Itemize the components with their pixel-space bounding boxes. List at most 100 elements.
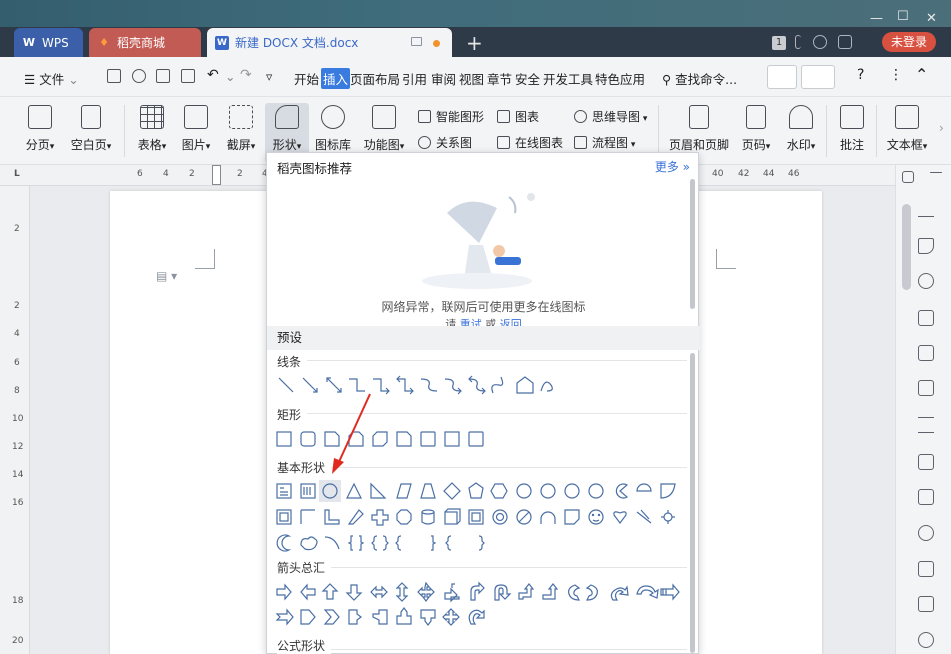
paragraph-handle-icon[interactable]: ▤ ▾ (156, 269, 177, 283)
undo-dropdown-icon[interactable]: ⌄ (225, 69, 235, 84)
archive-icon[interactable] (918, 561, 934, 577)
print-icon[interactable] (156, 69, 170, 83)
share-button[interactable] (767, 65, 797, 89)
section-divider (277, 360, 687, 361)
monitor-icon[interactable] (411, 37, 422, 46)
text-box-icon (895, 105, 919, 129)
close-icon[interactable]: ✕ (926, 11, 937, 26)
retry-link[interactable]: 重试 (460, 318, 482, 326)
screenshot-label: 截屏 (226, 138, 251, 152)
security-shield-icon[interactable] (918, 632, 934, 648)
chart-button[interactable]: 图表 (497, 108, 539, 125)
rectangle-shapes-row[interactable] (275, 427, 495, 451)
online-chart-icon (497, 136, 510, 149)
save-icon[interactable] (107, 69, 121, 83)
tab-document[interactable]: W 新建 DOCX 文档.docx (207, 28, 452, 57)
tab-stop-icon[interactable]: L (14, 169, 20, 179)
grid-apps-icon[interactable] (918, 380, 934, 396)
login-button[interactable]: 未登录 (882, 32, 936, 52)
collapse-ribbon-icon[interactable]: ⌃ (915, 65, 928, 84)
menu-special-apps[interactable]: 特色应用 (595, 69, 645, 88)
picture-label: 图片 (181, 138, 206, 152)
settings-sliders-icon[interactable] (918, 417, 934, 433)
section-rectangles-title: 矩形 (277, 406, 308, 423)
sidebar-menu-icon[interactable] (930, 172, 942, 173)
watermark-button[interactable]: 水印▾ (783, 103, 819, 153)
select-cursor-icon[interactable] (918, 238, 934, 254)
picture-button[interactable]: 图片▾ (177, 103, 215, 153)
tools-dropdown-button[interactable] (801, 65, 835, 89)
maximize-icon[interactable]: ☐ (897, 9, 909, 24)
menu-security[interactable]: 安全 (515, 69, 540, 88)
function-chart-button[interactable]: 功能图▾ (360, 103, 408, 153)
skin-shirt-icon[interactable] (838, 35, 852, 49)
style-fill-icon[interactable] (918, 310, 934, 326)
sidebar-toggle-icon[interactable] (902, 171, 914, 183)
menu-chapter[interactable]: 章节 (487, 69, 512, 88)
relation-chart-button[interactable]: 关系图 (418, 134, 472, 151)
minimize-icon[interactable]: — (870, 11, 883, 26)
share-side-icon[interactable] (918, 489, 934, 505)
help-icon[interactable]: ? (857, 67, 864, 83)
picture-side-icon[interactable] (918, 596, 934, 612)
vertical-scrollbar[interactable] (902, 204, 911, 290)
basic-shapes-grid[interactable] (275, 479, 685, 557)
edit-pen-icon[interactable] (918, 201, 934, 217)
format-painter-icon[interactable] (132, 69, 146, 83)
tab-daoke-mall[interactable]: ♦ 稻壳商城 (89, 28, 201, 57)
back-link[interactable]: 返回 (500, 318, 522, 326)
cloud-sync-icon[interactable] (813, 35, 827, 49)
shapes-side-icon[interactable] (918, 273, 934, 289)
header-footer-button[interactable]: 页眉和页脚 (667, 103, 731, 153)
menu-dev-tools[interactable]: 开发工具 (543, 69, 593, 88)
new-tab-button[interactable]: + (466, 31, 483, 55)
redo-icon[interactable]: ↷ (240, 67, 252, 83)
file-menu[interactable]: ☰ 文件 ⌄ (24, 69, 79, 88)
arrow-shapes-grid[interactable] (275, 580, 685, 630)
flowchart-button[interactable]: 流程图 ▾ (574, 134, 635, 151)
online-chart-button[interactable]: 在线图表 (497, 134, 563, 151)
page-number-button[interactable]: 页码▾ (738, 103, 774, 153)
icon-library-button[interactable]: 图标库 (312, 103, 354, 153)
ruler-tick: 12 (12, 442, 24, 452)
menu-view[interactable]: 视图 (459, 69, 484, 88)
undo-icon[interactable]: ↶ (207, 67, 219, 83)
menu-start[interactable]: 开始 (294, 69, 319, 88)
table-side-icon[interactable] (918, 345, 934, 361)
table-button[interactable]: 表格▾ (133, 103, 171, 153)
more-icons-link[interactable]: 更多 » (655, 158, 690, 175)
window-count-badge[interactable]: 1 (772, 36, 786, 50)
mind-map-button[interactable]: 思维导图 ▾ (574, 108, 647, 125)
section-divider (277, 649, 687, 650)
unsaved-dot-icon (433, 40, 440, 47)
image-gallery-icon[interactable] (918, 454, 934, 470)
relation-chart-label: 关系图 (436, 136, 473, 150)
blank-page-label: 空白页 (70, 138, 107, 152)
icon-library-icon (321, 105, 345, 129)
file-menu-label: 文件 (39, 72, 65, 87)
comment-button[interactable]: 批注 (835, 103, 869, 153)
menu-insert[interactable]: 插入 (321, 68, 351, 89)
print-preview-icon[interactable] (181, 69, 195, 83)
text-box-button[interactable]: 文本框▾ (882, 103, 932, 153)
ribbon-scroll-right-icon[interactable]: › (939, 121, 944, 135)
menu-review[interactable]: 审阅 (431, 69, 456, 88)
line-shapes-row[interactable] (275, 373, 565, 397)
menu-page-layout[interactable]: 页面布局 (350, 69, 400, 88)
window-layout-icon[interactable] (795, 35, 801, 49)
translate-icon[interactable] (918, 525, 934, 541)
smart-art-button[interactable]: 智能图形 (418, 108, 484, 125)
tab-wps[interactable]: W WPS (14, 28, 83, 57)
page-break-button[interactable]: 分页▾ (20, 103, 60, 153)
command-search[interactable]: ⚲ 查找命令... (662, 69, 737, 88)
panel-scrollbar[interactable] (690, 353, 695, 653)
screenshot-button[interactable]: 截屏▾ (222, 103, 260, 153)
vertical-ruler[interactable]: 2 2 4 6 8 10 12 14 16 18 20 (0, 186, 30, 654)
icon-recommend-title: 稻壳图标推荐 (277, 161, 353, 176)
panel-top-scrollbar[interactable] (690, 179, 695, 309)
menu-reference[interactable]: 引用 (402, 69, 427, 88)
customize-toolbar-icon[interactable]: ▿ (266, 69, 272, 84)
blank-page-button[interactable]: 空白页▾ (66, 103, 116, 153)
indent-marker[interactable] (212, 165, 221, 185)
more-icon[interactable]: ⋮ (889, 67, 903, 83)
